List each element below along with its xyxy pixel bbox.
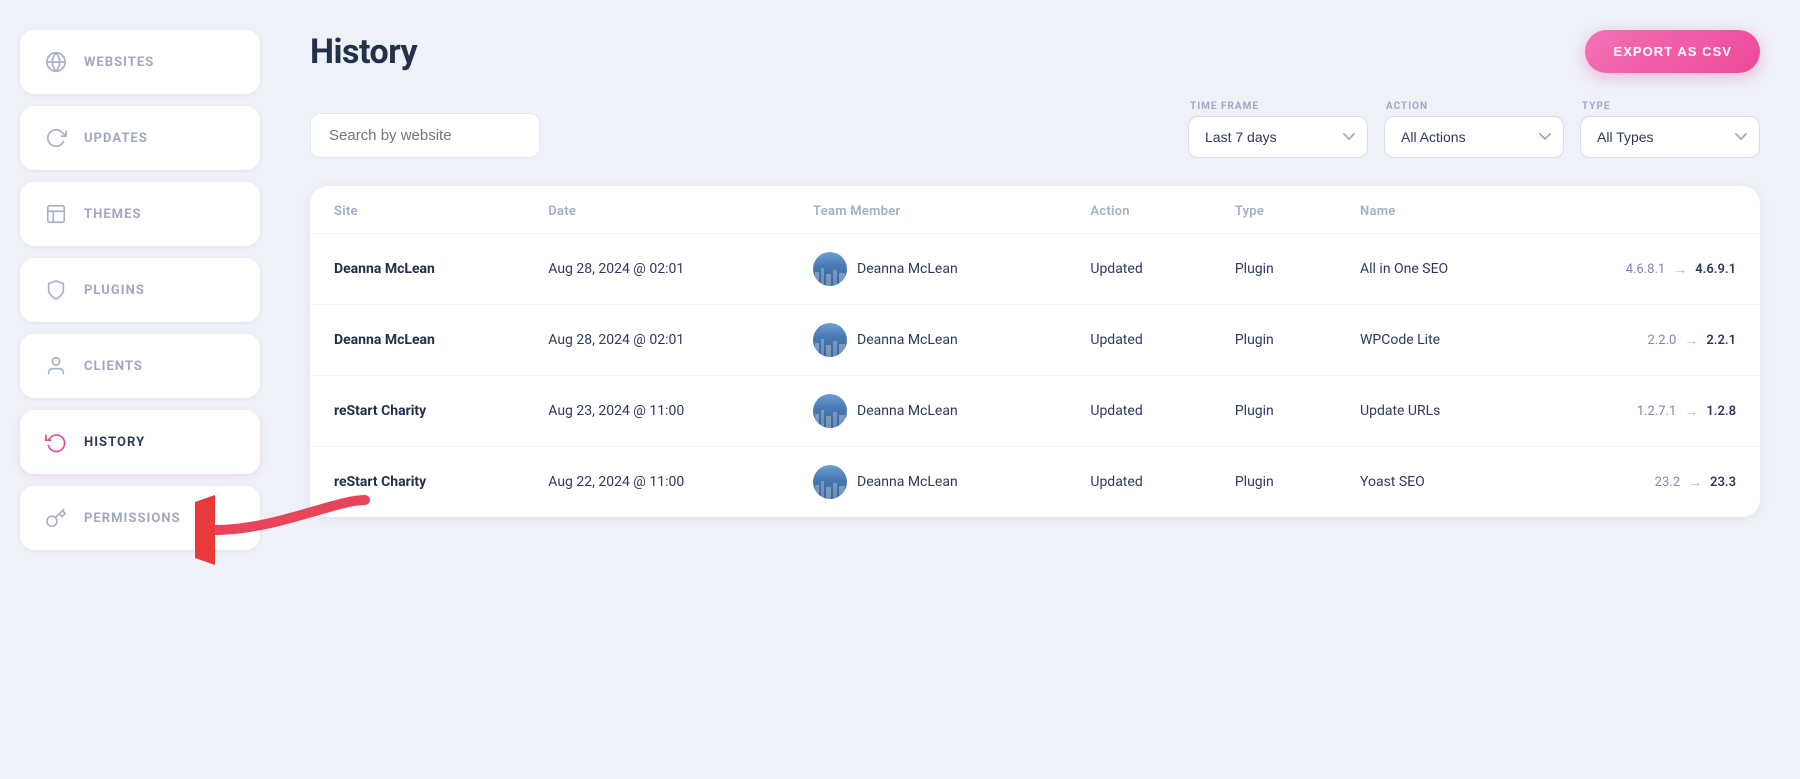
search-input[interactable] — [310, 113, 540, 158]
history-table-card: Site Date Team Member Action Type Name D… — [310, 186, 1760, 517]
cell-name: All in One SEO — [1336, 234, 1532, 305]
cell-date: Aug 23, 2024 @ 11:00 — [524, 376, 789, 447]
page-title: History — [310, 32, 417, 72]
sidebar-item-updates[interactable]: UPDATES — [20, 106, 260, 170]
table-row: Deanna McLean Aug 28, 2024 @ 02:01 Deann… — [310, 305, 1760, 376]
table-row: reStart Charity Aug 23, 2024 @ 11:00 Dea… — [310, 376, 1760, 447]
export-csv-button[interactable]: EXPORT AS CSV — [1585, 30, 1760, 73]
action-label: ACTION — [1386, 101, 1564, 112]
cell-team-member: Deanna McLean — [789, 447, 1066, 518]
search-wrap — [310, 113, 540, 158]
cell-type: Plugin — [1211, 234, 1336, 305]
timeframe-label: TIME FRAME — [1190, 101, 1368, 112]
col-version — [1532, 186, 1760, 234]
col-date: Date — [524, 186, 789, 234]
cell-action: Updated — [1066, 447, 1210, 518]
shield-icon — [42, 276, 70, 304]
key-icon — [42, 504, 70, 532]
cell-team-member: Deanna McLean — [789, 234, 1066, 305]
table-header-row: Site Date Team Member Action Type Name — [310, 186, 1760, 234]
cell-team-member: Deanna McLean — [789, 305, 1066, 376]
table-row: Deanna McLean Aug 28, 2024 @ 02:01 Deann… — [310, 234, 1760, 305]
cell-version: 4.6.8.1 → 4.6.9.1 — [1532, 234, 1760, 305]
cell-type: Plugin — [1211, 376, 1336, 447]
main-content: History EXPORT AS CSV TIME FRAME Last 7 … — [280, 0, 1800, 779]
cell-action: Updated — [1066, 234, 1210, 305]
sidebar-item-label-permissions: PERMISSIONS — [84, 511, 181, 526]
cell-date: Aug 28, 2024 @ 02:01 — [524, 234, 789, 305]
sidebar-item-themes[interactable]: THEMES — [20, 182, 260, 246]
cell-type: Plugin — [1211, 305, 1336, 376]
header-row: History EXPORT AS CSV — [310, 30, 1760, 73]
col-team-member: Team Member — [789, 186, 1066, 234]
sidebar-item-label-history: HISTORY — [84, 435, 145, 450]
cell-action: Updated — [1066, 376, 1210, 447]
sidebar-item-label-websites: WEBSITES — [84, 55, 154, 70]
col-action: Action — [1066, 186, 1210, 234]
cell-name: Yoast SEO — [1336, 447, 1532, 518]
sidebar-item-label-themes: THEMES — [84, 207, 142, 222]
sidebar-item-history[interactable]: HISTORY — [20, 410, 260, 474]
col-type: Type — [1211, 186, 1336, 234]
refresh-icon — [42, 124, 70, 152]
filters-row: TIME FRAME Last 7 days Last 30 days Last… — [310, 101, 1760, 158]
cell-site: Deanna McLean — [310, 234, 524, 305]
timeframe-filter-group: TIME FRAME Last 7 days Last 30 days Last… — [1188, 101, 1368, 158]
cell-version: 2.2.0 → 2.2.1 — [1532, 305, 1760, 376]
cell-type: Plugin — [1211, 447, 1336, 518]
sidebar-item-websites[interactable]: WEBSITES — [20, 30, 260, 94]
cell-name: WPCode Lite — [1336, 305, 1532, 376]
cell-action: Updated — [1066, 305, 1210, 376]
sidebar-item-plugins[interactable]: PLUGINS — [20, 258, 260, 322]
type-select[interactable]: All Types Plugin Theme Core — [1580, 116, 1760, 158]
layout-icon — [42, 200, 70, 228]
sidebar-item-clients[interactable]: CLIENTS — [20, 334, 260, 398]
cell-date: Aug 22, 2024 @ 11:00 — [524, 447, 789, 518]
sidebar-item-label-plugins: PLUGINS — [84, 283, 145, 298]
user-icon — [42, 352, 70, 380]
sidebar-item-label-updates: UPDATES — [84, 131, 148, 146]
history-table: Site Date Team Member Action Type Name D… — [310, 186, 1760, 517]
history-icon — [42, 428, 70, 456]
cell-site: Deanna McLean — [310, 305, 524, 376]
col-site: Site — [310, 186, 524, 234]
cell-name: Update URLs — [1336, 376, 1532, 447]
sidebar-item-permissions[interactable]: PERMISSIONS — [20, 486, 260, 550]
cell-version: 23.2 → 23.3 — [1532, 447, 1760, 518]
cell-version: 1.2.7.1 → 1.2.8 — [1532, 376, 1760, 447]
cell-date: Aug 28, 2024 @ 02:01 — [524, 305, 789, 376]
cell-site: reStart Charity — [310, 447, 524, 518]
action-select[interactable]: All Actions Updated Installed Deleted — [1384, 116, 1564, 158]
type-filter-group: TYPE All Types Plugin Theme Core — [1580, 101, 1760, 158]
sidebar: WEBSITES UPDATES THEMES PLUGINS CLIENTS … — [0, 0, 280, 779]
cell-site: reStart Charity — [310, 376, 524, 447]
timeframe-select[interactable]: Last 7 days Last 30 days Last 90 days Al… — [1188, 116, 1368, 158]
col-name: Name — [1336, 186, 1532, 234]
action-filter-group: ACTION All Actions Updated Installed Del… — [1384, 101, 1564, 158]
cell-team-member: Deanna McLean — [789, 376, 1066, 447]
type-label: TYPE — [1582, 101, 1760, 112]
table-row: reStart Charity Aug 22, 2024 @ 11:00 Dea… — [310, 447, 1760, 518]
globe-icon — [42, 48, 70, 76]
sidebar-item-label-clients: CLIENTS — [84, 359, 143, 374]
